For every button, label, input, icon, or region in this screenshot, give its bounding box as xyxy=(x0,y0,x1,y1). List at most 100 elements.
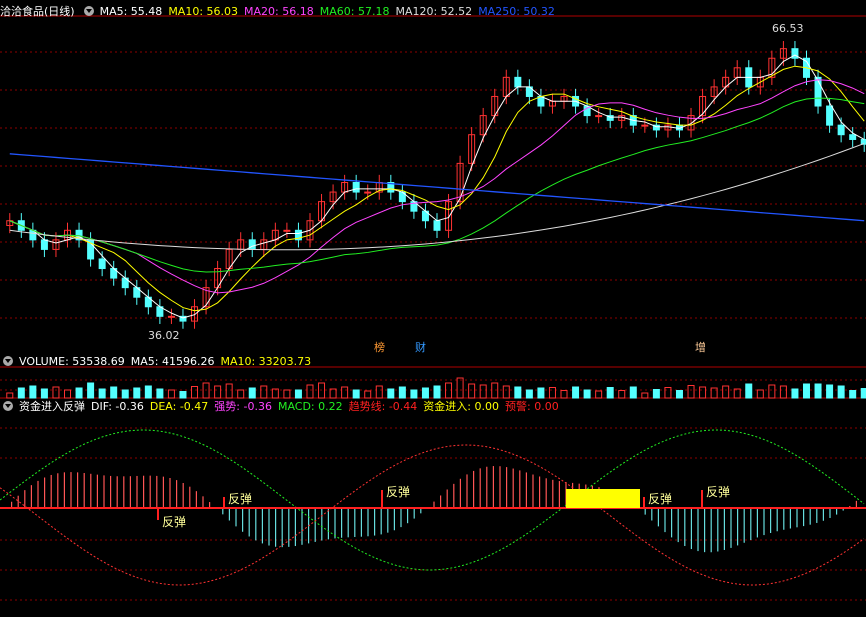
volume-bar xyxy=(260,385,268,399)
ma250-line xyxy=(9,153,865,222)
rebound-label-3: 反弹 xyxy=(648,492,672,506)
fund-block xyxy=(566,489,640,508)
ma60-line xyxy=(9,97,865,273)
candle-body xyxy=(791,48,799,59)
volume-bar xyxy=(802,383,810,399)
volume-bar xyxy=(595,390,603,399)
high-label: 66.53 xyxy=(772,22,804,35)
volume-bar xyxy=(433,385,441,399)
volume-bar xyxy=(144,385,152,399)
header-ma-0: MA5: 55.48 xyxy=(99,5,163,18)
ma10-line xyxy=(9,65,865,312)
candle-body xyxy=(514,76,522,88)
volume-bar xyxy=(537,387,545,399)
rebound-label-4: 反弹 xyxy=(706,485,730,499)
volume-bar xyxy=(756,389,764,399)
volume-bar xyxy=(375,385,383,399)
volume-bar xyxy=(629,386,637,399)
indicator-header-item-6: 资金进入: 0.00 xyxy=(423,400,499,413)
volume-bar xyxy=(641,392,649,399)
header-ma-5: MA250: 50.32 xyxy=(478,5,555,18)
volume-bar xyxy=(468,383,476,399)
volume-bar xyxy=(364,390,372,399)
volume-bar xyxy=(479,384,487,399)
candle-body xyxy=(537,95,545,107)
event-badge-3[interactable]: 增 xyxy=(695,339,706,355)
volume-bar xyxy=(6,392,14,399)
dropdown-icon[interactable] xyxy=(3,356,13,366)
stock-chart: 反弹反弹 反弹 反弹 反弹 xyxy=(0,15,866,601)
volume-bar xyxy=(29,385,37,399)
volume-bar xyxy=(225,383,233,399)
volume-bar xyxy=(525,389,533,399)
volume-bar xyxy=(779,385,787,399)
rebound-label-2: 反弹 xyxy=(386,485,410,499)
candle-body xyxy=(595,115,603,118)
candle-body xyxy=(837,124,845,136)
volume-bar xyxy=(664,387,672,399)
event-badge-1[interactable]: 榜 xyxy=(374,339,385,355)
volume-bar xyxy=(548,387,556,399)
volume-bar xyxy=(398,386,406,399)
dropdown-icon[interactable] xyxy=(83,6,94,16)
volume-bar xyxy=(237,389,245,399)
volume-bar xyxy=(583,389,591,399)
candle-body xyxy=(364,191,372,194)
volume-bar xyxy=(514,386,522,399)
volume-bar xyxy=(248,387,256,399)
indicator-header-item-0: 资金进入反弹 xyxy=(19,400,85,413)
indicator-header-item-5: 趋势线: -0.44 xyxy=(348,400,418,413)
volume-bar xyxy=(652,389,660,399)
candle-body xyxy=(40,239,48,250)
candle-body xyxy=(98,258,106,270)
volume-bar xyxy=(618,390,626,399)
volume-bar xyxy=(214,385,222,399)
volume-bar xyxy=(191,386,199,399)
volume-bar xyxy=(179,391,187,399)
header-ma-3: MA60: 57.18 xyxy=(319,5,390,18)
volume-bar xyxy=(675,390,683,399)
header-ma-1: MA10: 56.03 xyxy=(168,5,239,18)
main-header: 洽洽食品(日线) MA5: 55.48 MA10: 56.03 MA20: 56.18… xyxy=(0,4,567,20)
volume-bar xyxy=(814,383,822,399)
indicator-header-item-7: 预警: 0.00 xyxy=(505,400,559,413)
volume-bar xyxy=(110,386,118,399)
trend-line xyxy=(0,444,865,586)
volume-bar xyxy=(283,389,291,399)
volume-bar xyxy=(352,389,360,399)
volume-bar xyxy=(64,389,72,399)
volume-bar xyxy=(791,388,799,399)
title: 洽洽食品(日线) xyxy=(0,5,75,18)
rebound-label-1: 反弹 xyxy=(228,492,252,506)
volume-bar xyxy=(410,389,418,399)
rebound-label-0: 反弹 xyxy=(162,515,186,529)
volume-bar xyxy=(837,385,845,399)
candle-body xyxy=(248,239,256,250)
volume-bar xyxy=(306,384,314,399)
dif-line xyxy=(0,429,865,571)
event-badge-2[interactable]: 财 xyxy=(415,339,426,355)
indicator-header-item-3: 强势: -0.36 xyxy=(214,400,272,413)
volume-bar xyxy=(768,384,776,399)
volume-bar xyxy=(722,385,730,399)
volume-bar xyxy=(17,387,25,399)
indicator-header-item-2: DEA: -0.47 xyxy=(149,400,209,413)
volume-header-item-0: VOLUME: 53538.69 xyxy=(19,355,125,368)
volume-bar xyxy=(341,386,349,399)
low-label: 36.02 xyxy=(148,329,180,342)
dropdown-icon[interactable] xyxy=(3,401,13,411)
volume-bar xyxy=(826,384,834,399)
volume-bar xyxy=(121,389,129,399)
volume-bar xyxy=(421,387,429,399)
header-ma-4: MA120: 52.52 xyxy=(395,5,473,18)
volume-bar xyxy=(167,389,175,399)
candle-body xyxy=(352,182,360,193)
volume-bar xyxy=(860,388,866,399)
volume-bar xyxy=(294,389,302,399)
volume-header-item-1: MA5: 41596.26 xyxy=(130,355,215,368)
volume-bar xyxy=(699,386,707,399)
volume-bar xyxy=(156,388,164,399)
volume-bar xyxy=(560,390,568,399)
volume-bar xyxy=(87,382,95,399)
volume-bar xyxy=(502,385,510,399)
